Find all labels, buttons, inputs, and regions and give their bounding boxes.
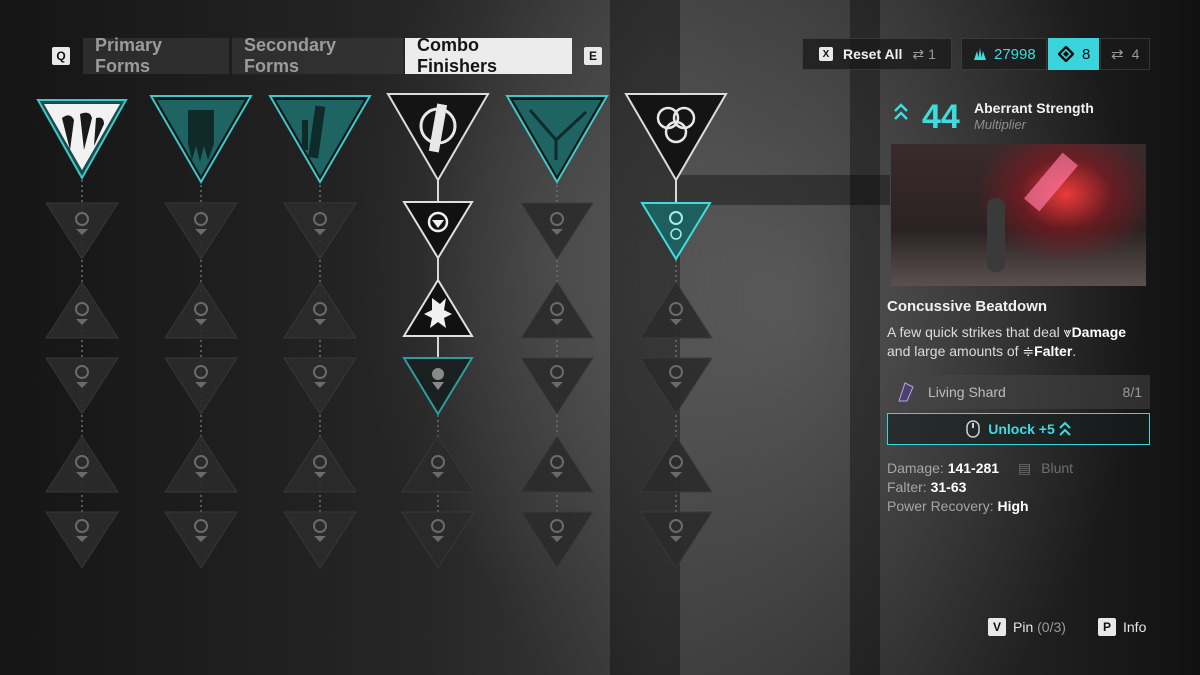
shard-diamond-icon: [1058, 46, 1074, 62]
node-c4-r4[interactable]: [401, 435, 475, 493]
node-c5-r4[interactable]: [520, 435, 594, 493]
damage-label: Damage:: [887, 460, 944, 476]
mouse-click-icon: [966, 420, 980, 438]
swap-display: ⇄ 4: [1100, 38, 1150, 70]
description-end: .: [1072, 343, 1077, 359]
node-c3-r4[interactable]: [283, 435, 357, 493]
header-node-banner[interactable]: [149, 95, 253, 184]
crystal-currency-icon: [974, 48, 986, 60]
description-part-2: and large amounts of: [887, 343, 1019, 359]
falter-keyword: Falter: [1034, 343, 1073, 359]
header-node-claw[interactable]: [36, 99, 128, 181]
preview-figure: [987, 198, 1005, 272]
currency-display: 27998: [961, 38, 1047, 70]
dim-node-icons: [75, 212, 683, 543]
unlock-label: Unlock +5: [988, 421, 1055, 437]
cost-item-name: Living Shard: [928, 384, 1006, 400]
description-part-1: A few quick strikes that deal: [887, 324, 1060, 340]
swap-icon: ⇄: [1111, 46, 1124, 63]
pin-text: Pin (0/3): [1013, 619, 1066, 635]
skull-icon: [432, 368, 444, 380]
info-label: Info: [1123, 619, 1147, 635]
header-node-sword-crest[interactable]: [386, 93, 490, 182]
unlock-button[interactable]: Unlock +5: [887, 413, 1150, 445]
reset-key: X: [819, 47, 833, 61]
banner-icon: [188, 110, 214, 162]
node-c6-r2[interactable]: [639, 281, 713, 339]
reset-all-label: Reset All: [843, 46, 903, 62]
node-c6-r1-unlocked[interactable]: [640, 202, 712, 261]
node-c1-r2[interactable]: [45, 281, 119, 339]
header-node-blade[interactable]: [268, 95, 372, 184]
damage-type: Blunt: [1041, 460, 1074, 476]
stat-power-recovery: Power Recovery: High: [887, 498, 1029, 514]
node-c2-r4[interactable]: [164, 435, 238, 493]
power-label: Power Recovery:: [887, 498, 994, 514]
stat-damage-type: ▤ Blunt: [1018, 460, 1073, 477]
attribute-subtitle: Multiplier: [974, 117, 1027, 132]
background-post: [850, 0, 880, 675]
node-c4-r2-selected[interactable]: [402, 278, 474, 337]
blunt-icon: ▤: [1018, 460, 1032, 476]
skill-tree: [36, 93, 728, 569]
shard-value: 8: [1082, 45, 1091, 63]
attribute-name: Aberrant Strength: [974, 100, 1094, 116]
node-c2-r2[interactable]: [164, 281, 238, 339]
falter-icon: ≑: [1022, 343, 1035, 359]
currency-value: 27998: [994, 45, 1036, 63]
strength-chevron-small-icon: [1059, 421, 1071, 436]
damage-value: 141-281: [947, 460, 1000, 476]
preview-weapon-flare: [1024, 152, 1078, 212]
pin-label: Pin: [1013, 619, 1034, 635]
node-c1-r4[interactable]: [45, 435, 119, 493]
skill-name: Concussive Beatdown: [887, 298, 1048, 315]
node-c3-r2[interactable]: [283, 281, 357, 339]
node-c6-r4[interactable]: [639, 435, 713, 493]
node-c5-r2[interactable]: [520, 281, 594, 339]
living-shard-icon: [898, 382, 914, 402]
stat-damage: Damage: 141-281: [887, 460, 999, 476]
pin-key: V: [988, 618, 1006, 636]
reset-count: 1: [928, 46, 936, 62]
respec-icon: ⇄: [912, 45, 925, 62]
attribute-value: 44: [922, 98, 960, 136]
cost-required: 1: [1134, 384, 1142, 400]
damage-keyword: Damage: [1071, 324, 1127, 340]
falter-label: Falter:: [887, 479, 927, 495]
info-key: P: [1098, 618, 1116, 636]
reset-all-button[interactable]: X Reset All ⇄ 1: [802, 38, 952, 70]
header-node-thorn-branch[interactable]: [505, 95, 609, 184]
falter-value: 31-63: [930, 479, 967, 495]
node-c4-r3-available[interactable]: [402, 357, 474, 416]
shard-display: 8: [1048, 38, 1099, 70]
power-value: High: [997, 498, 1029, 514]
strength-chevron-icon: [894, 103, 908, 120]
skill-preview-image: [891, 144, 1146, 286]
cost-row: Living Shard 8/1: [887, 375, 1150, 409]
cost-amount: 8/1: [1123, 384, 1142, 400]
pin-count: (0/3): [1037, 619, 1066, 635]
skill-description: A few quick strikes that deal ⩔Damage an…: [887, 323, 1157, 361]
header-node-rings-crest[interactable]: [624, 93, 728, 182]
damage-icon: ⩔: [1063, 324, 1072, 340]
node-c4-r1-unlocked[interactable]: [402, 201, 474, 260]
stat-falter: Falter: 31-63: [887, 479, 966, 495]
swap-value: 4: [1131, 46, 1140, 62]
